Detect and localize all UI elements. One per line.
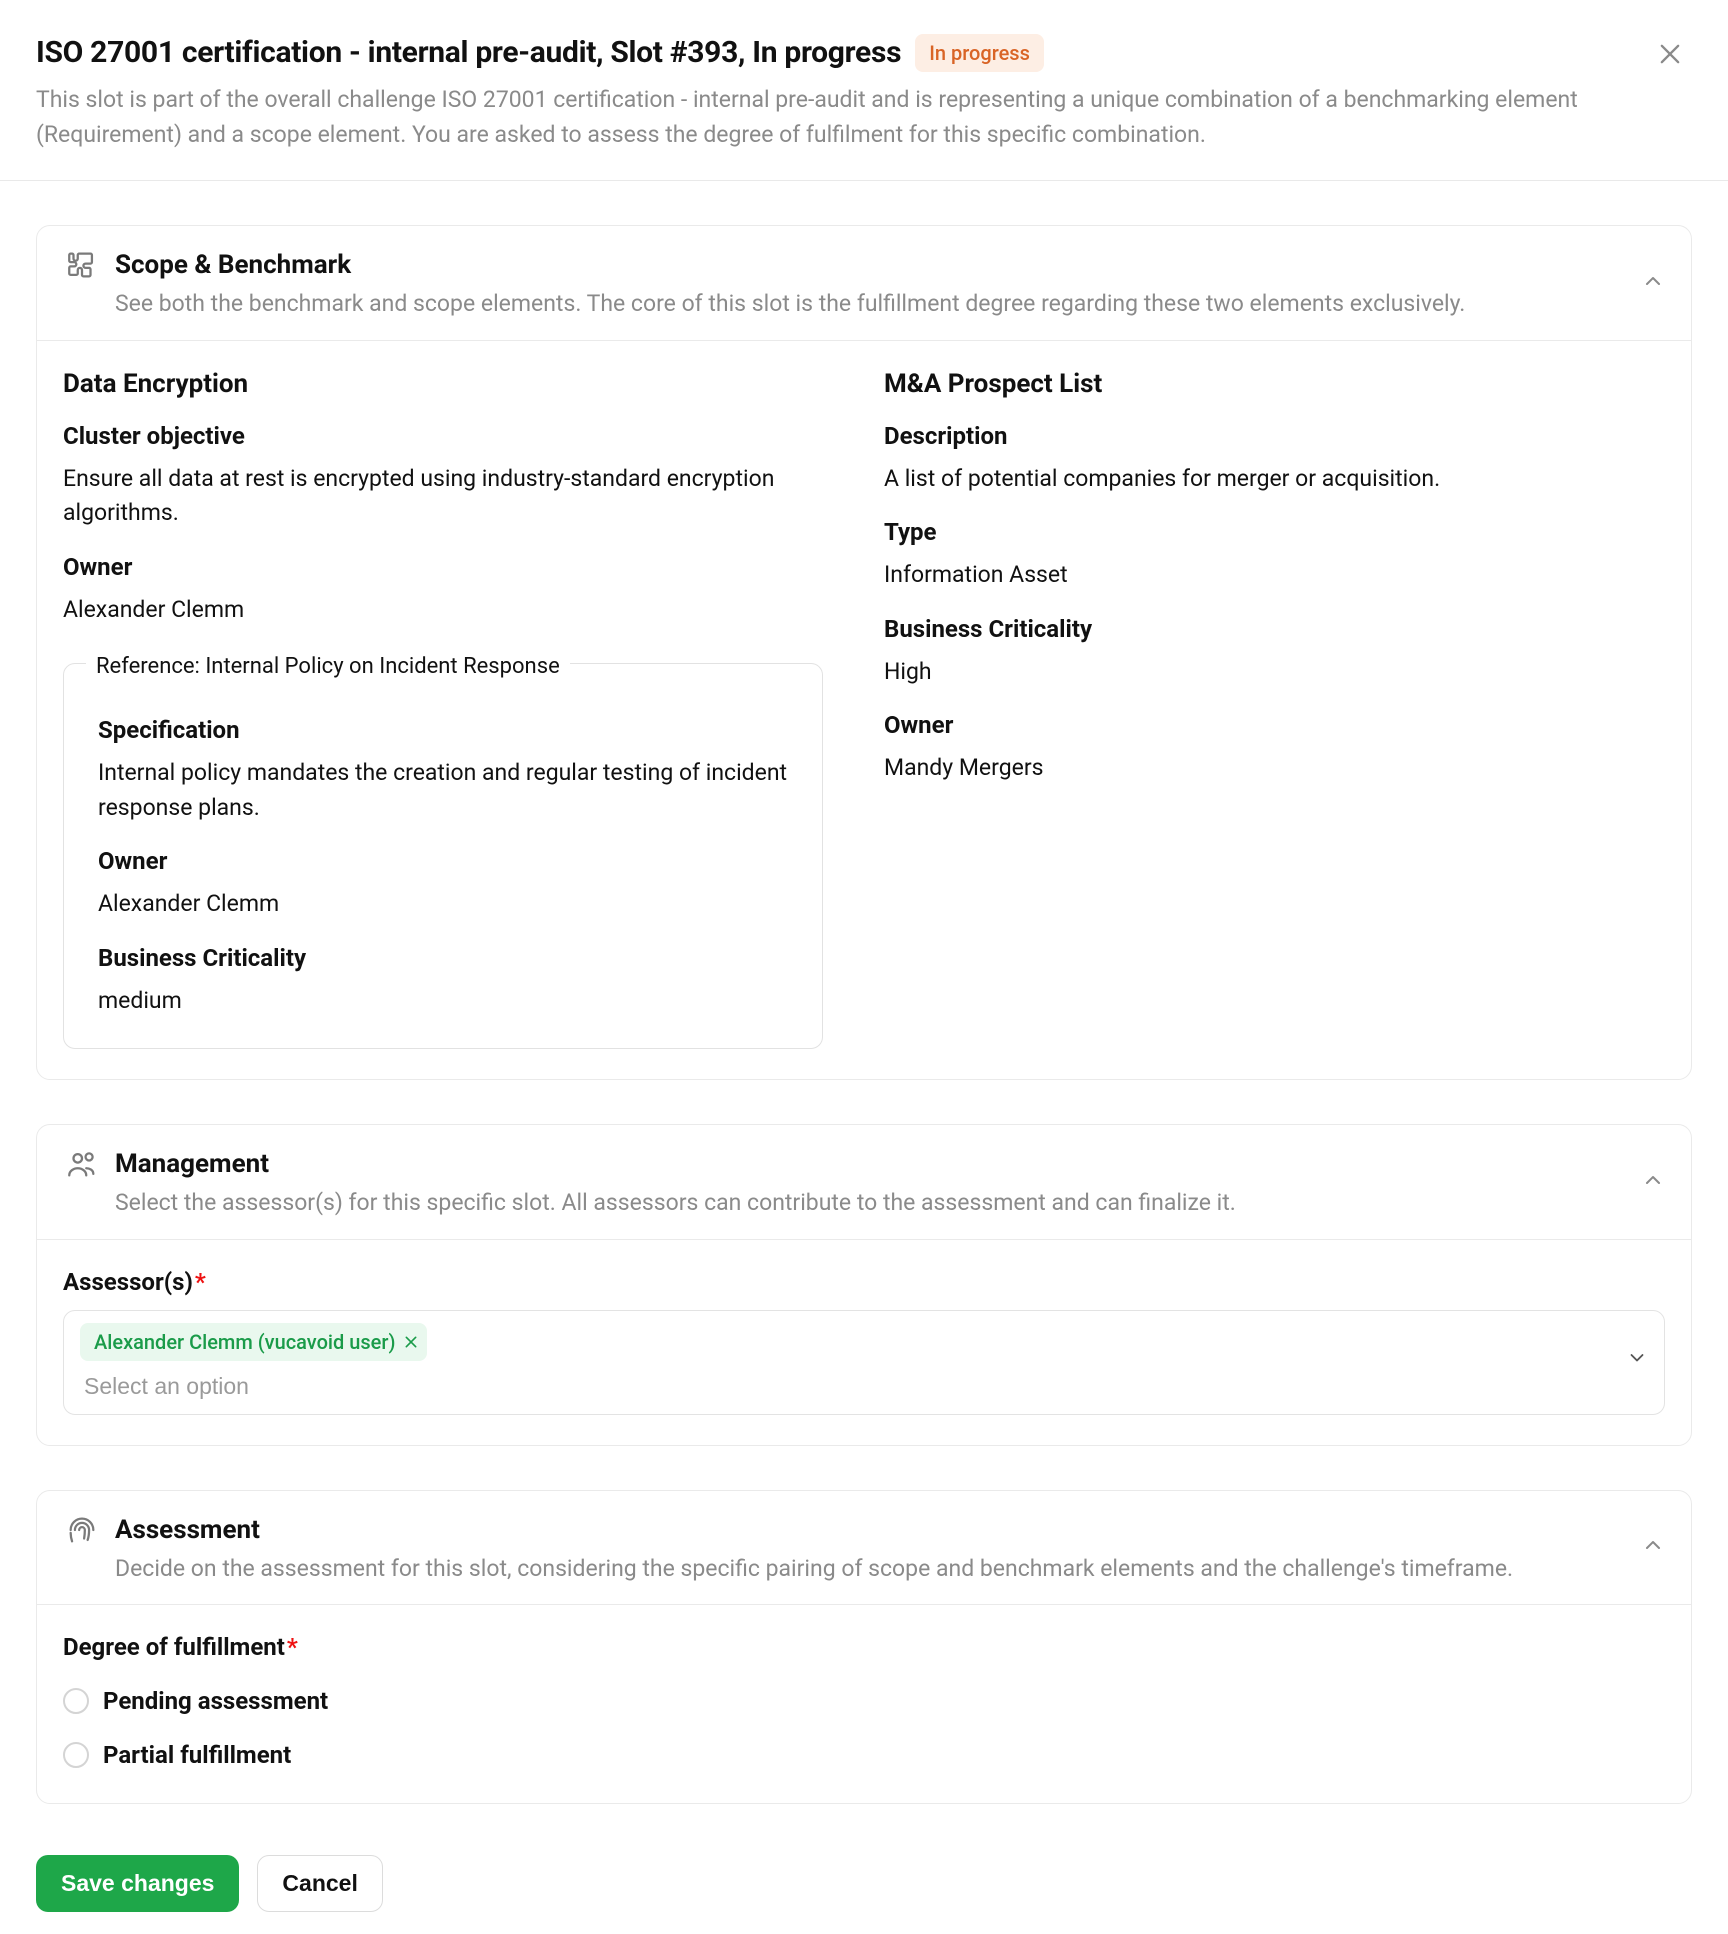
fingerprint-icon xyxy=(63,1511,101,1549)
assessor-chip-remove[interactable] xyxy=(403,1334,419,1350)
scope-owner-value: Mandy Mergers xyxy=(884,751,1665,786)
management-section-subtitle: Select the assessor(s) for this specific… xyxy=(115,1186,1236,1221)
close-icon xyxy=(1656,40,1684,68)
cancel-button[interactable]: Cancel xyxy=(257,1855,382,1912)
reference-spec-value: Internal policy mandates the creation an… xyxy=(98,756,788,825)
benchmark-owner-value: Alexander Clemm xyxy=(63,593,844,628)
assessment-collapse-toggle[interactable] xyxy=(1641,1533,1669,1561)
assessor-chip: Alexander Clemm (vucavoid user) xyxy=(80,1323,427,1361)
assessors-label: Assessor(s) xyxy=(63,1268,193,1296)
scope-benchmark-card: Scope & Benchmark See both the benchmark… xyxy=(36,225,1692,1080)
assessors-select[interactable]: Alexander Clemm (vucavoid user) xyxy=(63,1310,1665,1415)
scope-desc-value: A list of potential companies for merger… xyxy=(884,462,1665,497)
close-icon xyxy=(403,1334,419,1350)
radio-option-pending[interactable]: Pending assessment xyxy=(63,1683,1665,1719)
page-title: ISO 27001 certification - internal pre-a… xyxy=(36,30,901,75)
radio-label: Pending assessment xyxy=(103,1683,328,1719)
management-collapse-toggle[interactable] xyxy=(1641,1168,1669,1196)
management-card: Management Select the assessor(s) for th… xyxy=(36,1124,1692,1446)
scope-crit-value: High xyxy=(884,655,1665,690)
degree-label: Degree of fulfillment xyxy=(63,1633,285,1661)
assessment-card: Assessment Decide on the assessment for … xyxy=(36,1490,1692,1805)
required-indicator: * xyxy=(287,1633,298,1661)
reference-owner-value: Alexander Clemm xyxy=(98,887,788,922)
assessor-chip-label: Alexander Clemm (vucavoid user) xyxy=(94,1327,395,1357)
required-indicator: * xyxy=(195,1268,206,1296)
assessment-section-title: Assessment xyxy=(115,1511,1513,1550)
reference-owner-label: Owner xyxy=(98,843,788,879)
radio-input[interactable] xyxy=(63,1688,89,1714)
status-badge: In progress xyxy=(915,34,1044,72)
scope-element-title: M&A Prospect List xyxy=(884,365,1665,404)
assessors-input[interactable] xyxy=(76,1365,1644,1414)
scope-type-label: Type xyxy=(884,514,1665,550)
reference-box: Reference: Internal Policy on Incident R… xyxy=(63,663,823,1049)
page-subtitle: This slot is part of the overall challen… xyxy=(36,83,1586,152)
users-icon xyxy=(63,1145,101,1183)
close-button[interactable] xyxy=(1656,40,1692,76)
radio-option-partial[interactable]: Partial fulfillment xyxy=(63,1737,1665,1773)
benchmark-owner-label: Owner xyxy=(63,549,844,585)
scope-type-value: Information Asset xyxy=(884,558,1665,593)
cluster-objective-value: Ensure all data at rest is encrypted usi… xyxy=(63,462,844,531)
radio-input[interactable] xyxy=(63,1742,89,1768)
save-button[interactable]: Save changes xyxy=(36,1855,239,1912)
chevron-up-icon xyxy=(1641,1533,1665,1557)
scope-desc-label: Description xyxy=(884,418,1665,454)
reference-crit-label: Business Criticality xyxy=(98,940,788,976)
footer-actions: Save changes Cancel xyxy=(0,1832,1728,1934)
benchmark-title: Data Encryption xyxy=(63,365,844,404)
puzzle-icon xyxy=(63,246,101,284)
radio-label: Partial fulfillment xyxy=(103,1737,291,1773)
chevron-down-icon xyxy=(1626,1345,1648,1380)
scope-owner-label: Owner xyxy=(884,707,1665,743)
scope-section-subtitle: See both the benchmark and scope element… xyxy=(115,287,1465,322)
management-section-title: Management xyxy=(115,1145,1236,1184)
scope-section-title: Scope & Benchmark xyxy=(115,246,1465,285)
scope-crit-label: Business Criticality xyxy=(884,611,1665,647)
reference-crit-value: medium xyxy=(98,984,788,1019)
cluster-objective-label: Cluster objective xyxy=(63,418,844,454)
scope-collapse-toggle[interactable] xyxy=(1641,269,1669,297)
chevron-up-icon xyxy=(1641,1168,1665,1192)
chevron-up-icon xyxy=(1641,269,1665,293)
reference-legend: Reference: Internal Policy on Incident R… xyxy=(86,650,570,683)
reference-spec-label: Specification xyxy=(98,712,788,748)
assessment-section-subtitle: Decide on the assessment for this slot, … xyxy=(115,1552,1513,1587)
